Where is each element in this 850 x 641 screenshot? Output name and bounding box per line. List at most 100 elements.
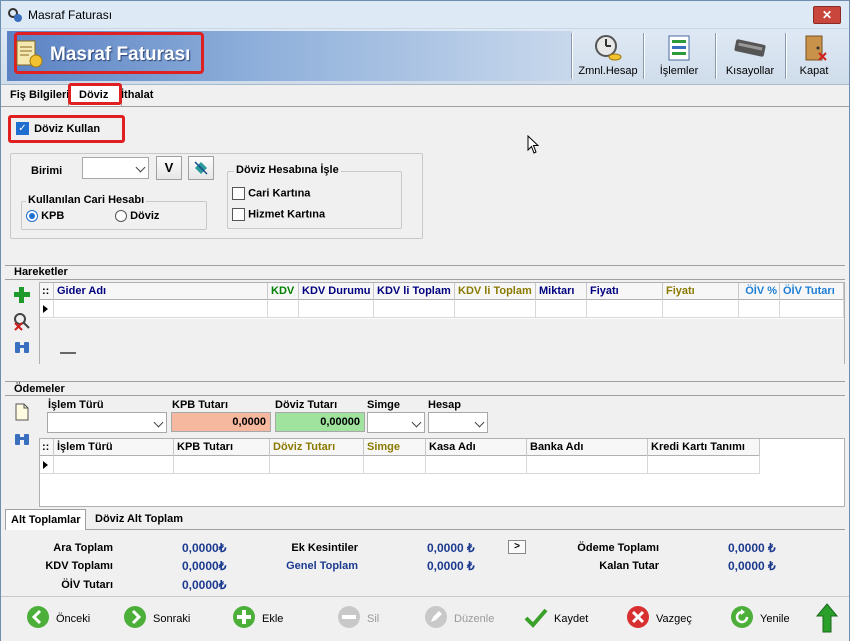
col-kasa-adi[interactable]: Kasa Adı: [426, 439, 527, 456]
hareketler-grid-header: :: Gider Adı KDV KDV Durumu KDV li Topla…: [40, 283, 844, 300]
grid-cell: [40, 300, 54, 318]
col-kdv[interactable]: KDV: [268, 283, 299, 300]
yenile-button[interactable]: Yenile: [730, 605, 800, 635]
onceki-button[interactable]: Önceki: [26, 605, 106, 635]
col-gider-adi[interactable]: Gider Adı: [54, 283, 268, 300]
col-banka-adi[interactable]: Banka Adı: [527, 439, 648, 456]
birimi-select[interactable]: [82, 157, 149, 179]
grid-cell[interactable]: [364, 456, 426, 474]
totals-tabs: Alt Toplamlar Döviz Alt Toplam: [5, 509, 845, 530]
col-oiv-tutari[interactable]: ÖİV Tutarı: [780, 283, 844, 300]
add-row-icon[interactable]: [12, 285, 32, 305]
grid-cell[interactable]: [648, 456, 760, 474]
ek-kesintiler-value: 0,0000 ₺: [427, 541, 475, 555]
col-kdv-li-toplam-doviz[interactable]: KDV li Toplam: [455, 283, 536, 300]
kpb-radio[interactable]: KPB: [26, 210, 64, 223]
doviz-kullan-checkbox[interactable]: ✓ Döviz Kullan: [16, 122, 100, 135]
col-simge[interactable]: Simge: [364, 439, 426, 456]
doviz-radio-label: Döviz: [130, 210, 160, 223]
invoice-icon: [16, 40, 43, 68]
grid-cell[interactable]: [426, 456, 527, 474]
hareketler-grid[interactable]: :: Gider Adı KDV KDV Durumu KDV li Topla…: [39, 282, 845, 364]
grid-cell[interactable]: [54, 456, 174, 474]
islem-turu-select[interactable]: [47, 412, 167, 433]
cancel-icon: [627, 606, 649, 628]
col-islem-turu[interactable]: İşlem Türü: [54, 439, 174, 456]
sonraki-button[interactable]: Sonraki: [123, 605, 203, 635]
table-row[interactable]: [40, 456, 760, 474]
binoculars-icon[interactable]: [12, 429, 32, 449]
kapat-button[interactable]: Kapat: [791, 31, 837, 81]
grid-cell[interactable]: [374, 300, 455, 318]
arrow-left-icon: [27, 606, 49, 628]
expand-button[interactable]: >: [508, 540, 526, 554]
title-bar: Masraf Faturası ✕: [1, 1, 849, 29]
grid-cell[interactable]: [268, 300, 299, 318]
ekle-button[interactable]: Ekle: [232, 605, 302, 635]
table-row[interactable]: [40, 300, 844, 318]
grid-cell[interactable]: [536, 300, 587, 318]
grid-cell[interactable]: [780, 300, 844, 318]
tab-fis-bilgileri[interactable]: Fiş Bilgileri: [10, 89, 69, 101]
toolbar-separator: [715, 33, 716, 79]
grid-cell[interactable]: [54, 300, 268, 318]
grid-cell[interactable]: [299, 300, 374, 318]
col-doviz-tutari[interactable]: Döviz Tutarı: [270, 439, 364, 456]
toolbar-separator: [571, 33, 572, 79]
close-icon[interactable]: ✕: [813, 6, 841, 24]
simge-select[interactable]: [367, 412, 425, 433]
keyboard-icon: [734, 39, 766, 57]
col-oiv-yuzde[interactable]: ÖİV %: [739, 283, 780, 300]
grid-cell[interactable]: [587, 300, 663, 318]
tab-doviz-alt-toplam[interactable]: Döviz Alt Toplam: [90, 509, 188, 530]
binoculars-icon[interactable]: [12, 337, 32, 357]
duzenle-button[interactable]: Düzenle: [424, 605, 504, 635]
col-kdv-li-toplam[interactable]: KDV li Toplam: [374, 283, 455, 300]
kpb-tutari-input[interactable]: 0,0000: [171, 412, 271, 432]
odeme-toplami-value: 0,0000 ₺: [728, 541, 776, 555]
col-miktari[interactable]: Miktarı: [536, 283, 587, 300]
grid-cell[interactable]: [270, 456, 364, 474]
grid-cell[interactable]: [663, 300, 739, 318]
cari-kartina-checkbox[interactable]: Cari Kartına: [232, 187, 310, 200]
vazgec-button[interactable]: Vazgeç: [626, 605, 706, 635]
chevron-down-icon: [411, 417, 422, 428]
sil-button[interactable]: Sil: [337, 605, 397, 635]
islemler-button[interactable]: İşlemler: [649, 31, 709, 81]
hesap-select[interactable]: [428, 412, 488, 433]
col-fiyati-doviz[interactable]: Fiyatı: [663, 283, 739, 300]
col-kdv-durumu[interactable]: KDV Durumu: [299, 283, 374, 300]
arrow-up-icon[interactable]: [816, 603, 838, 633]
hesap-label: Hesap: [428, 399, 462, 411]
odemeler-grid[interactable]: :: İşlem Türü KPB Tutarı Döviz Tutarı Si…: [39, 438, 845, 507]
kisayollar-button[interactable]: Kısayollar: [721, 31, 779, 81]
hizmet-kartina-checkbox[interactable]: Hizmet Kartına: [232, 208, 325, 221]
doviz-hesabina-isle-title: Döviz Hesabına İşle: [234, 164, 341, 176]
check-icon: ✓: [16, 122, 29, 135]
islem-turu-label: İşlem Türü: [48, 399, 104, 411]
chevron-down-icon: [135, 162, 146, 173]
cari-hesap-title: Kullanılan Cari Hesabı: [26, 194, 147, 206]
col-fiyati[interactable]: Fiyatı: [587, 283, 663, 300]
col-kpb-tutari[interactable]: KPB Tutarı: [174, 439, 270, 456]
v-button[interactable]: V: [156, 156, 182, 180]
grid-cell[interactable]: [455, 300, 536, 318]
tab-alt-toplamlar[interactable]: Alt Toplamlar: [5, 509, 87, 530]
cari-kartina-label: Cari Kartına: [248, 187, 311, 200]
clear-button[interactable]: [188, 156, 214, 180]
grid-corner: ::: [40, 439, 54, 456]
zmnl-hesap-button[interactable]: Zmnl.Hesap: [577, 31, 639, 81]
kdv-toplami-value: 0,0000₺: [182, 559, 227, 573]
new-document-icon[interactable]: [12, 402, 32, 422]
tab-ithalat[interactable]: İthalat: [121, 89, 153, 101]
delete-search-icon[interactable]: [12, 311, 32, 331]
kaydet-button[interactable]: Kaydet: [524, 605, 604, 635]
grid-cell: [40, 456, 54, 474]
doviz-tutari-input[interactable]: 0,00000: [275, 412, 365, 432]
doviz-radio[interactable]: Döviz: [115, 210, 160, 223]
col-kredi-karti[interactable]: Kredi Kartı Tanımı: [648, 439, 760, 456]
grid-cell[interactable]: [174, 456, 270, 474]
grid-cell[interactable]: [739, 300, 780, 318]
list-document-icon: [668, 35, 690, 61]
grid-cell[interactable]: [527, 456, 648, 474]
